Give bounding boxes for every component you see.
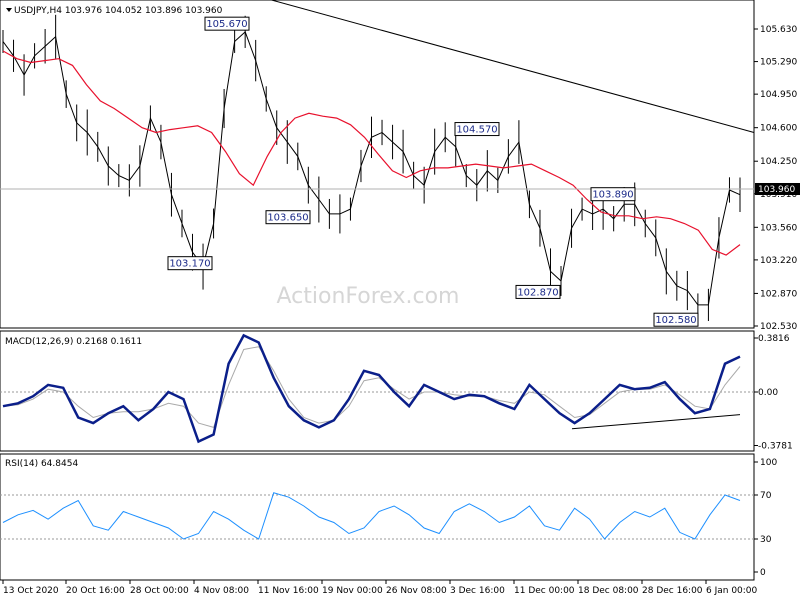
rsi-ytick-label: 0 (760, 568, 766, 578)
macd-title: MACD(12,26,9) 0.2168 0.1611 (5, 337, 142, 347)
macd-ytick-label: -0.3781 (758, 442, 793, 452)
price-annotation: 102.870 (515, 284, 561, 299)
rsi-title: RSI(14) 64.8454 (5, 459, 78, 469)
x-tick-label: 26 Nov 08:00 (386, 586, 447, 596)
watermark: ActionForex.com (277, 284, 460, 309)
price-annotation: 104.570 (454, 122, 500, 137)
macd-ytick-label: 0.00 (758, 388, 778, 398)
annotation-label: 102.870 (517, 287, 558, 298)
x-tick-label: 11 Dec 00:00 (514, 586, 575, 596)
price-ytick-label: 105.630 (760, 25, 797, 35)
x-tick-label: 4 Nov 08:00 (194, 586, 249, 596)
price-ytick-label: 105.290 (760, 58, 797, 68)
price-ytick-label: 103.220 (760, 256, 797, 266)
macd-panel (0, 330, 755, 452)
x-tick-label: 18 Dec 08:00 (578, 586, 639, 596)
chart-svg: 105.670 103.170 103.650 104.570 102.870 103.8… (0, 0, 800, 596)
price-annotation: 103.650 (265, 210, 311, 225)
price-title: USDJPY,H4 103.976 104.052 103.896 103.96… (14, 6, 223, 16)
annotation-label: 103.890 (592, 190, 633, 201)
x-tick-label: 6 Jan 00:00 (706, 586, 758, 596)
price-ytick-label: 104.600 (760, 124, 797, 134)
x-tick-label: 28 Oct 00:00 (130, 586, 189, 596)
price-ytick-label: 104.950 (760, 90, 797, 100)
usdjpy-chart: 105.670 103.170 103.650 104.570 102.870 103.8… (0, 0, 800, 600)
price-ytick-label: 103.560 (760, 223, 797, 233)
annotation-label: 102.580 (655, 315, 696, 326)
annotation-label: 103.170 (169, 259, 210, 270)
current-price-label: 103.960 (758, 185, 795, 195)
macd-ytick-label: 0.3816 (758, 334, 790, 344)
x-tick-label: 20 Oct 16:00 (66, 586, 125, 596)
annotation-label: 103.650 (267, 213, 308, 224)
x-tick-label: 11 Nov 16:00 (258, 586, 319, 596)
price-annotation: 102.580 (653, 312, 699, 327)
price-ytick-label: 104.250 (760, 157, 797, 167)
annotation-label: 105.670 (206, 19, 247, 30)
price-ytick-label: 102.870 (760, 289, 797, 299)
x-tick-label: 28 Dec 16:00 (642, 586, 703, 596)
rsi-panel (0, 453, 755, 581)
price-annotation: 103.170 (167, 256, 213, 271)
price-annotation: 105.670 (204, 16, 250, 31)
price-ytick-label: 102.530 (760, 322, 797, 332)
rsi-ytick-label: 30 (760, 535, 772, 545)
annotation-label: 104.570 (456, 125, 497, 136)
x-tick-label: 13 Oct 2020 (3, 586, 59, 596)
rsi-ytick-label: 70 (760, 491, 772, 501)
price-annotation: 103.890 (590, 187, 636, 202)
price-panel (0, 0, 755, 329)
x-tick-label: 3 Dec 16:00 (450, 586, 505, 596)
x-tick-label: 19 Nov 00:00 (322, 586, 383, 596)
rsi-ytick-label: 100 (760, 458, 777, 468)
